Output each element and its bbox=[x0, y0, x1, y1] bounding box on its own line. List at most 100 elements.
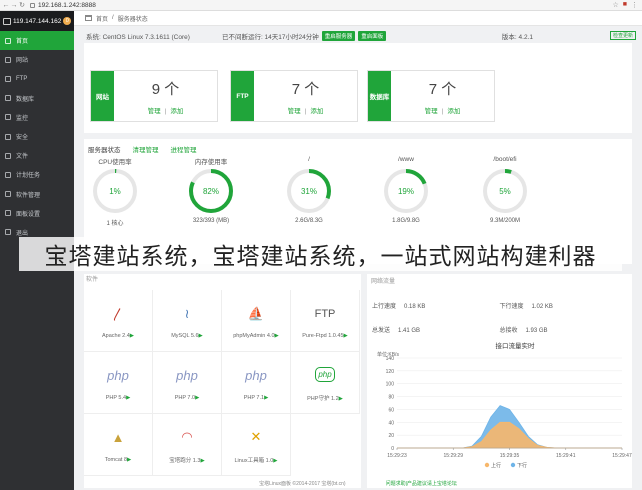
gauge-detail: 323/393 (MB) bbox=[192, 218, 230, 224]
footer-support-link[interactable]: 问题求助|产品建议请上宝塔论坛 bbox=[386, 480, 457, 490]
software-item-label: Linux工具箱 1.0 bbox=[234, 457, 274, 464]
footer: 宝塔Linux面板 ©2014-2017 宝塔(bt.cn) 问题求助|产品建议… bbox=[74, 480, 642, 490]
play-icon[interactable]: ▶ bbox=[127, 457, 131, 463]
play-icon[interactable]: ▶ bbox=[199, 333, 203, 339]
reload-icon[interactable]: ↻ bbox=[18, 1, 26, 9]
software-item-label: Apache 2.4 bbox=[101, 332, 130, 339]
sidebar-item-ftp[interactable]: FTP bbox=[0, 69, 74, 88]
gauge-title: /boot/efi bbox=[493, 156, 517, 163]
notification-badge[interactable]: 0 bbox=[63, 17, 72, 25]
legend-label: 上行 bbox=[491, 462, 501, 469]
site-manage-link[interactable]: 管理 bbox=[148, 108, 161, 115]
gauge-detail: 1 核心 bbox=[106, 221, 124, 227]
software-item[interactable]: php PHP守护 1.2▶ bbox=[291, 352, 360, 414]
check-update-button[interactable]: 检查更新 bbox=[609, 31, 636, 40]
page-info-icon[interactable] bbox=[30, 2, 35, 8]
sidebar-item-label: 软件管理 bbox=[16, 192, 41, 199]
status-title: 服务器状态 bbox=[88, 147, 121, 154]
overlay-caption: 宝塔建站系统，宝塔建站系统，一站式网站构建利器 bbox=[19, 237, 622, 271]
traffic-title: 网络流量 bbox=[371, 279, 396, 285]
software-item-name: 宝塔跑分 1.3▶ bbox=[169, 456, 204, 464]
ftp-add-link[interactable]: 添加 bbox=[310, 108, 323, 115]
ftp-manage-link[interactable]: 管理 bbox=[288, 108, 301, 115]
sidebar-item-database[interactable]: 数据库 bbox=[0, 89, 74, 108]
play-icon[interactable]: ▶ bbox=[130, 333, 134, 339]
play-icon[interactable]: ▶ bbox=[195, 395, 199, 401]
sidebar-item-security[interactable]: 安全 bbox=[0, 127, 74, 146]
menu-icon[interactable]: ⋮ bbox=[631, 1, 638, 9]
software-item[interactable]: 〳 Apache 2.4▶ bbox=[84, 290, 153, 352]
software-item[interactable]: php PHP 7.0▶ bbox=[153, 352, 222, 414]
database-card: 数据库 7 个 管理 | 添加 bbox=[367, 70, 495, 122]
tomcat-icon: ▲ bbox=[111, 430, 125, 445]
sidebar-item-label: 计划任务 bbox=[16, 173, 41, 180]
gauge-ring[interactable]: 1% bbox=[90, 166, 140, 216]
software-item-name: MySQL 5.6▶ bbox=[171, 333, 203, 339]
restart-panel-button[interactable]: 重启面板 bbox=[358, 30, 387, 41]
sidebar-item-home[interactable]: 首页 bbox=[0, 31, 74, 51]
cleanup-link[interactable]: 清理管理 bbox=[133, 144, 159, 154]
y-tick-label: 60 bbox=[388, 407, 394, 413]
software-item[interactable]: php PHP 5.4▶ bbox=[84, 352, 153, 414]
sidebar-item-files[interactable]: 文件 bbox=[0, 146, 74, 165]
sidebar-item-label: 退出 bbox=[16, 230, 29, 237]
process-link[interactable]: 进程管理 bbox=[171, 144, 197, 154]
sidebar-item-software[interactable]: 软件管理 bbox=[0, 185, 74, 204]
software-item[interactable]: ✕ Linux工具箱 1.0▶ bbox=[222, 414, 291, 476]
browser-toolbar: ← → ↻ 192.168.1.242:8888 ☆ ■ ⋮ bbox=[0, 0, 642, 11]
sidebar-item-settings[interactable]: 面板设置 bbox=[0, 204, 74, 223]
play-icon[interactable]: ▶ bbox=[264, 395, 268, 401]
breadcrumb-home[interactable]: 首页 bbox=[96, 14, 108, 23]
star-icon[interactable]: ☆ bbox=[612, 1, 618, 9]
y-tick-label: 80 bbox=[388, 395, 394, 401]
software-panel: 软件 〳 Apache 2.4▶ ≀ MySQL 5.6▶ ⛵ phpMyAdmin 4.… bbox=[84, 274, 361, 488]
php-shield-icon: php bbox=[315, 364, 335, 386]
x-tick-label: 15:29:23 bbox=[387, 453, 407, 459]
software-item-name: Pure-Ftpd 1.0.45▶ bbox=[302, 333, 348, 339]
software-item[interactable]: ≀ MySQL 5.6▶ bbox=[153, 290, 222, 352]
play-icon[interactable]: ▶ bbox=[339, 396, 343, 402]
grid-icon bbox=[5, 191, 11, 198]
gauge-ring[interactable]: 19% bbox=[381, 166, 431, 216]
software-item[interactable]: ◠ 宝塔跑分 1.3▶ bbox=[153, 414, 222, 476]
back-icon[interactable]: ← bbox=[2, 2, 10, 9]
traffic-panel: 网络流量 上行速度 0.18 KB 下行速度 1.02 KB 总发送 1.41 GB … bbox=[367, 274, 632, 488]
ftp-count: 7 个 bbox=[291, 80, 320, 98]
home-icon[interactable] bbox=[85, 15, 92, 21]
database-manage-link[interactable]: 管理 bbox=[425, 108, 438, 115]
card-label: FTP bbox=[231, 71, 254, 121]
play-icon[interactable]: ▶ bbox=[126, 395, 130, 401]
clock-icon bbox=[5, 171, 11, 178]
gauge: /www 19% 1.8G/9.8G bbox=[376, 156, 436, 224]
gauge-ring[interactable]: 82% bbox=[186, 166, 236, 216]
software-icon-glyph: php bbox=[176, 368, 198, 383]
x-tick-label: 15:29:35 bbox=[500, 453, 520, 459]
y-tick-label: 20 bbox=[388, 433, 394, 439]
sidebar-item-cron[interactable]: 计划任务 bbox=[0, 165, 74, 184]
x-tick-label: 15:29:47 bbox=[612, 453, 632, 459]
sidebar-item-label: 监控 bbox=[16, 115, 29, 122]
software-item-label: PHP 7.1 bbox=[243, 394, 265, 401]
gauge: CPU使用率 1% 1 核心 bbox=[85, 156, 145, 227]
gauge-ring[interactable]: 5% bbox=[480, 166, 530, 216]
software-item[interactable]: ▲ Tomcat 8▶ bbox=[84, 414, 153, 476]
os-info: 系统: CentOS Linux 7.3.1611 (Core) bbox=[86, 33, 190, 41]
play-icon[interactable]: ▶ bbox=[200, 458, 204, 464]
software-item[interactable]: ⛵ phpMyAdmin 4.0▶ bbox=[222, 290, 291, 352]
restart-server-button[interactable]: 重启服务器 bbox=[321, 30, 356, 41]
play-icon[interactable]: ▶ bbox=[344, 333, 348, 339]
play-icon[interactable]: ▶ bbox=[275, 333, 279, 339]
play-icon[interactable]: ▶ bbox=[273, 458, 277, 464]
database-add-link[interactable]: 添加 bbox=[447, 108, 460, 115]
extension-icon[interactable]: ■ bbox=[623, 1, 627, 9]
sidebar-item-monitor[interactable]: 监控 bbox=[0, 108, 74, 127]
link-separator: | bbox=[164, 107, 167, 115]
gauge-ring[interactable]: 31% bbox=[284, 166, 334, 216]
forward-icon[interactable]: → bbox=[10, 2, 18, 9]
software-item[interactable]: php PHP 7.1▶ bbox=[222, 352, 291, 414]
site-add-link[interactable]: 添加 bbox=[170, 108, 183, 115]
sidebar-item-label: 面板设置 bbox=[16, 211, 41, 218]
address-bar[interactable]: 192.168.1.242:8888 bbox=[30, 2, 96, 9]
sidebar-item-website[interactable]: 网站 bbox=[0, 50, 74, 69]
software-item[interactable]: FTP Pure-Ftpd 1.0.45▶ bbox=[291, 290, 360, 352]
